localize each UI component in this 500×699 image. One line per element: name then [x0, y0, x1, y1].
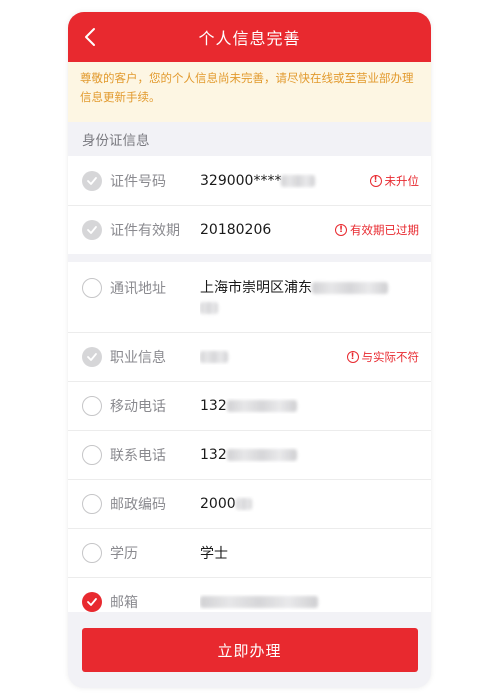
- row-value: 学士: [200, 546, 228, 562]
- row-label: 联系电话: [110, 448, 166, 464]
- row-value: 20180206: [200, 222, 272, 238]
- bottom-bar: 立即办理: [68, 612, 431, 688]
- warning-icon: !: [335, 224, 347, 236]
- row-label: 通讯地址: [110, 281, 166, 297]
- row-value: 132: [200, 398, 419, 414]
- warning-badge: ! 与实际不符: [346, 349, 419, 365]
- warning-badge: ! 有效期已过期: [335, 222, 419, 238]
- row-value: [200, 349, 347, 365]
- row-id-validity[interactable]: 证件有效期 20180206 ! 有效期已过期: [68, 205, 431, 254]
- personal-info-group: 通讯地址 上海市崇明区浦东 职业信息 ! 与实际不符 移动电话 132 联系电话 …: [68, 262, 431, 626]
- section-title-id-info: 身份证信息: [82, 133, 150, 149]
- row-value: 上海市崇明区浦东: [200, 278, 419, 318]
- phone-screen: 个人信息完善 尊敬的客户，您的个人信息尚未完善，请尽快在线或至营业部办理信息更新…: [68, 12, 431, 688]
- submit-button[interactable]: 立即办理: [81, 628, 418, 672]
- check-empty-icon: [82, 396, 102, 416]
- check-empty-icon: [82, 494, 102, 514]
- row-contact-phone[interactable]: 联系电话 132: [68, 430, 431, 479]
- row-label: 证件号码: [110, 173, 166, 190]
- check-selected-icon: [82, 592, 102, 612]
- page-title: 个人信息完善: [198, 29, 301, 48]
- row-education[interactable]: 学历 学士: [68, 528, 431, 577]
- nav-bar: 个人信息完善: [68, 12, 431, 62]
- row-label: 移动电话: [110, 399, 166, 415]
- row-value: 2000: [200, 496, 419, 512]
- row-label: 邮政编码: [110, 497, 166, 513]
- check-empty-icon: [82, 445, 102, 465]
- notice-banner: 尊敬的客户，您的个人信息尚未完善，请尽快在线或至营业部办理信息更新手续。: [68, 62, 431, 122]
- row-mobile-phone[interactable]: 移动电话 132: [68, 381, 431, 430]
- check-done-icon: [82, 220, 102, 240]
- row-value: [200, 594, 419, 610]
- row-label: 证件有效期: [110, 223, 180, 239]
- row-value: 329000****: [200, 173, 370, 189]
- warning-badge: ! 未升位: [369, 173, 419, 189]
- row-address[interactable]: 通讯地址 上海市崇明区浦东: [68, 262, 431, 332]
- row-label: 邮箱: [110, 595, 138, 611]
- check-empty-icon: [82, 278, 102, 298]
- row-occupation[interactable]: 职业信息 ! 与实际不符: [68, 332, 431, 381]
- row-postal-code[interactable]: 邮政编码 2000: [68, 479, 431, 528]
- check-done-icon: [82, 170, 102, 191]
- row-value: 132: [200, 447, 419, 463]
- back-arrow-icon[interactable]: [80, 26, 102, 48]
- row-label: 职业信息: [110, 350, 166, 366]
- check-done-icon: [82, 347, 102, 367]
- row-label: 学历: [110, 546, 138, 562]
- check-empty-icon: [82, 543, 102, 563]
- id-info-group: 证件号码 329000**** ! 未升位 证件有效期 20180206 ! 有效期…: [68, 156, 431, 254]
- warning-icon: !: [346, 351, 359, 363]
- warning-icon: !: [369, 174, 382, 187]
- row-id-number[interactable]: 证件号码 329000**** ! 未升位: [68, 156, 431, 205]
